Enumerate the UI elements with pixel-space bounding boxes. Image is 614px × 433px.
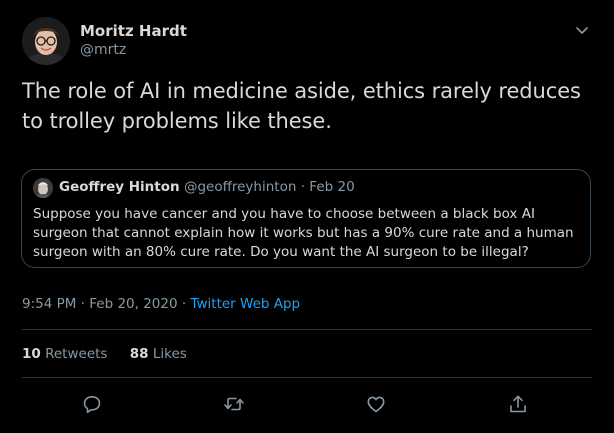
meta-separator: · [181,296,187,312]
quoted-separator: · [300,179,305,195]
chevron-down-icon[interactable] [572,20,592,40]
tweet-timestamp[interactable]: 9:54 PM · Feb 20, 2020 [22,296,178,312]
quoted-date: Feb 20 [309,179,355,195]
quoted-tweet-text: Suppose you have cancer and you have to … [33,206,574,260]
share-icon[interactable] [506,392,530,416]
author-name[interactable]: Moritz Hardt [80,22,187,40]
quoted-tweet[interactable]: Geoffrey Hinton @geoffreyhinton · Feb 20… [21,169,591,268]
retweet-icon[interactable] [222,392,246,416]
source-app-link[interactable]: Twitter Web App [190,296,300,312]
divider [22,329,592,330]
tweet-meta: 9:54 PM · Feb 20, 2020 · Twitter Web App [22,296,300,312]
quoted-author-handle: @geoffreyhinton [183,179,297,195]
quoted-author-name: Geoffrey Hinton [59,179,180,195]
tweet-stats: 10 Retweets 88 Likes [22,346,205,362]
author-avatar[interactable] [22,17,70,65]
tweet-text: The role of AI in medicine aside, ethics… [22,79,581,133]
author-avatar-image [22,17,70,65]
divider [22,377,592,378]
tweet-card: Moritz Hardt @mrtz The role of AI in med… [0,0,614,433]
likes-stat[interactable]: 88 Likes [130,346,187,362]
likes-label: Likes [152,346,187,362]
quoted-tweet-header: Geoffrey Hinton @geoffreyhinton · Feb 20 [59,179,355,195]
retweets-count: 10 [22,346,41,362]
likes-count: 88 [129,346,149,362]
author-handle[interactable]: @mrtz [80,42,126,58]
retweets-stat[interactable]: 10 Retweets [22,346,107,362]
quoted-author-avatar [33,178,53,198]
reply-icon[interactable] [80,392,104,416]
retweets-label: Retweets [45,346,108,362]
like-icon[interactable] [364,392,388,416]
